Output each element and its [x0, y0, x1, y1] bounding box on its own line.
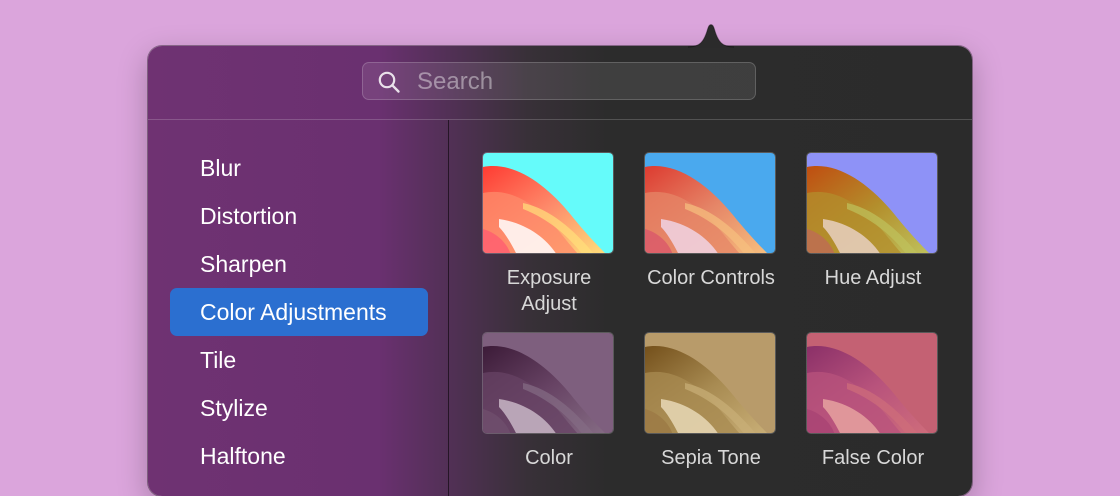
category-color-adjustments[interactable]: Color Adjustments	[170, 288, 428, 336]
filter-tile-hue-adjust[interactable]: Hue Adjust	[806, 152, 940, 291]
search-bar-area	[148, 46, 972, 120]
filter-preview-thumbnail	[806, 332, 938, 434]
filter-popover: Blur Distortion Sharpen Color Adjustment…	[148, 46, 972, 496]
filter-label: Color Controls	[647, 267, 775, 289]
filter-tile-false-color[interactable]: False Color	[806, 332, 940, 471]
filter-label: Exposure Adjust	[506, 267, 592, 315]
category-distortion[interactable]: Distortion	[170, 192, 428, 240]
filter-label: False Color	[821, 447, 925, 469]
filter-tile-color-controls[interactable]: Color Controls	[644, 152, 778, 291]
filter-grid: Exposure Adjust Color Controls Hue Adjus…	[450, 120, 972, 496]
category-sharpen[interactable]: Sharpen	[170, 240, 428, 288]
filter-tile-exposure-adjust[interactable]: Exposure Adjust	[482, 152, 616, 317]
filter-preview-thumbnail	[644, 332, 776, 434]
category-tile[interactable]: Tile	[170, 336, 428, 384]
filter-preview-thumbnail	[806, 152, 938, 254]
filter-preview-thumbnail	[644, 152, 776, 254]
filter-label: Hue Adjust	[824, 267, 922, 289]
filter-tile-color[interactable]: Color	[482, 332, 616, 471]
filter-preview-thumbnail	[482, 332, 614, 434]
filter-preview-thumbnail	[482, 152, 614, 254]
category-sidebar: Blur Distortion Sharpen Color Adjustment…	[148, 120, 449, 496]
category-halftone[interactable]: Halftone	[170, 432, 428, 480]
filter-tile-sepia-tone[interactable]: Sepia Tone	[644, 332, 778, 471]
category-blur[interactable]: Blur	[170, 144, 428, 192]
search-icon	[378, 71, 400, 93]
popover-arrow	[688, 24, 734, 48]
search-input[interactable]	[415, 63, 749, 101]
category-stylize[interactable]: Stylize	[170, 384, 428, 432]
search-field[interactable]	[362, 62, 756, 101]
filter-label: Color	[525, 447, 573, 469]
filter-label: Sepia Tone	[661, 447, 761, 469]
